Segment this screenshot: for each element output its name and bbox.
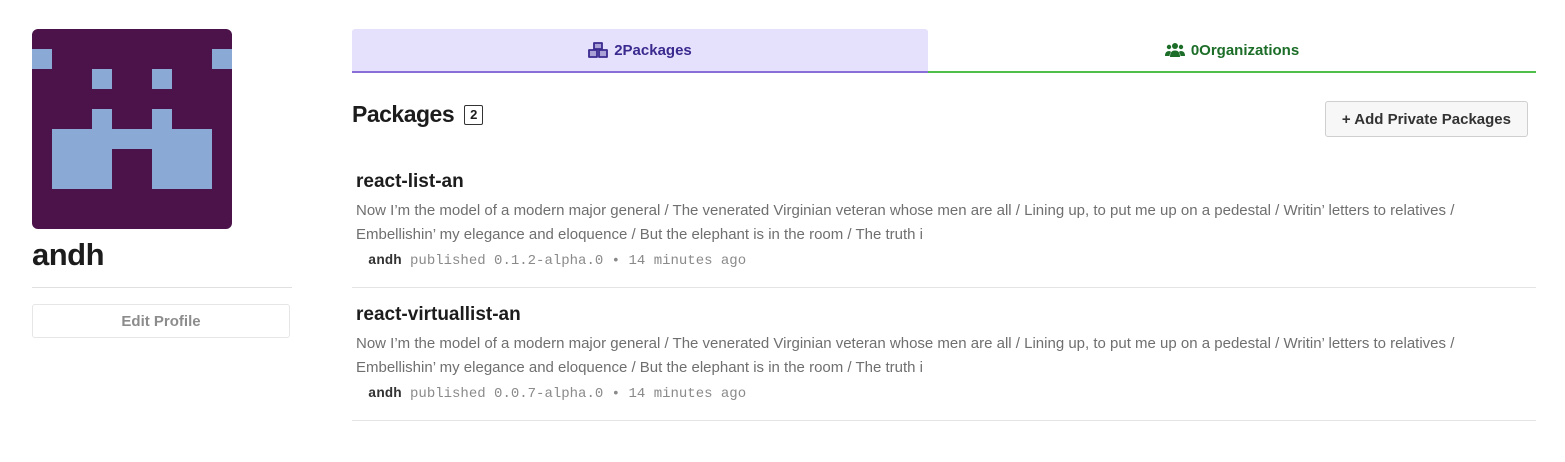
package-version: 0.0.7-alpha.0	[494, 386, 604, 402]
users-icon	[1164, 42, 1185, 58]
package-name-link[interactable]: react-virtuallist-an	[356, 304, 521, 326]
package-description: Now I’m the model of a modern major gene…	[356, 335, 1455, 376]
cubes-icon	[588, 42, 609, 58]
tab-organizations-count: 0	[1190, 41, 1200, 59]
profile-username: andh	[32, 237, 105, 272]
package-meta: andh published 0.0.7-alpha.0 • 14 minute…	[356, 386, 1532, 402]
publisher-link[interactable]: andh	[368, 386, 402, 402]
meta-separator: •	[611, 386, 621, 402]
published-time: 14 minutes ago	[628, 253, 747, 269]
packages-header: Packages 2 + Add Private Packages	[352, 73, 1536, 159]
list-item: react-list-an Now I’m the model of a mod…	[352, 159, 1536, 288]
packages-title: Packages 2	[352, 101, 483, 128]
main-content: 2Packages 0Organizations Packages 2 + Ad…	[352, 29, 1536, 421]
tab-packages-count: 2	[614, 41, 623, 59]
list-item: react-virtuallist-an Now I’m the model o…	[352, 288, 1536, 421]
sidebar-divider	[32, 287, 292, 288]
package-description: Now I’m the model of a modern major gene…	[356, 202, 1455, 243]
tab-packages[interactable]: 2Packages	[352, 29, 928, 73]
published-text: published	[410, 386, 486, 402]
profile-sidebar: andh Edit Profile	[32, 29, 292, 338]
publisher-link[interactable]: andh	[368, 253, 402, 269]
package-meta: andh published 0.1.2-alpha.0 • 14 minute…	[356, 253, 1532, 269]
package-version: 0.1.2-alpha.0	[494, 253, 604, 269]
meta-separator: •	[611, 253, 621, 269]
tab-organizations[interactable]: 0Organizations	[928, 29, 1536, 73]
tab-packages-label: Packages	[622, 41, 692, 59]
avatar	[32, 29, 232, 229]
published-time: 14 minutes ago	[628, 386, 747, 402]
edit-profile-button[interactable]: Edit Profile	[32, 304, 290, 338]
packages-count-badge: 2	[464, 104, 483, 125]
profile-tabs: 2Packages 0Organizations	[352, 29, 1536, 73]
package-list: react-list-an Now I’m the model of a mod…	[352, 159, 1536, 421]
add-private-packages-button[interactable]: + Add Private Packages	[1324, 101, 1528, 137]
published-text: published	[410, 253, 486, 269]
packages-title-text: Packages	[352, 101, 455, 127]
package-name-link[interactable]: react-list-an	[356, 171, 464, 193]
tab-organizations-label: Organizations	[1199, 41, 1300, 59]
